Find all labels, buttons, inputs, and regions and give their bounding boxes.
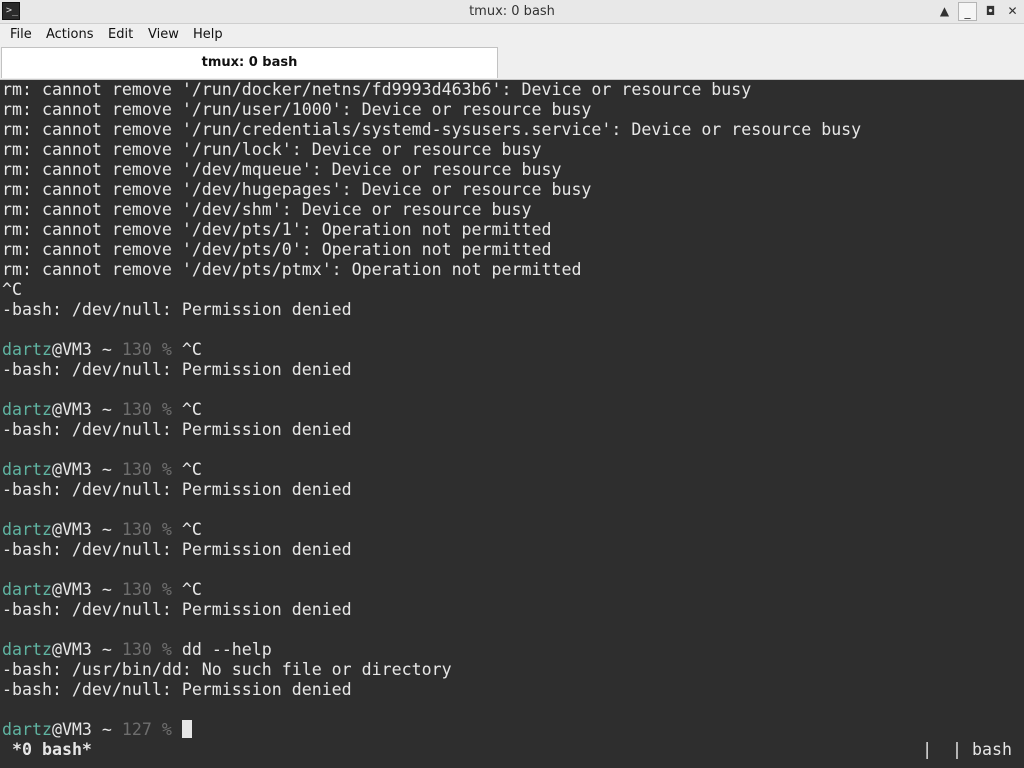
prompt-user: dartz [2, 340, 52, 359]
prompt-line: dartz@VM3 ~ 130 % ^C [2, 580, 861, 600]
prompt-symbol: % [151, 580, 182, 599]
menu-bar: File Actions Edit View Help [0, 24, 1024, 46]
prompt-user: dartz [2, 580, 52, 599]
close-button[interactable]: ✕ [1003, 2, 1022, 21]
prompt-symbol: % [151, 520, 182, 539]
output-line: rm: cannot remove '/run/user/1000': Devi… [2, 100, 592, 119]
tab-tmux-0-bash[interactable]: tmux: 0 bash [1, 47, 498, 78]
output-line: rm: cannot remove '/run/credentials/syst… [2, 120, 862, 139]
window-title: tmux: 0 bash [469, 4, 555, 19]
prompt-exit-code: 130 [121, 340, 152, 359]
prompt-exit-code: 130 [121, 400, 152, 419]
output-line: -bash: /dev/null: Permission denied [2, 480, 352, 499]
prompt-user: dartz [2, 720, 52, 739]
prompt-user: dartz [2, 520, 52, 539]
prompt-host: @VM3 ~ [51, 580, 122, 599]
command-text: ^C [181, 520, 202, 539]
prompt-exit-code: 127 [121, 720, 152, 739]
prompt-exit-code: 130 [121, 460, 152, 479]
output-line: -bash: /dev/null: Permission denied [2, 540, 352, 559]
output-line: -bash: /dev/null: Permission denied [2, 300, 352, 319]
tab-bar: tmux: 0 bash [0, 46, 1024, 80]
title-bar: >_ tmux: 0 bash ▲ _ ◘ ✕ [0, 0, 1024, 24]
prompt-symbol: % [151, 720, 182, 739]
output-line: ^C [2, 280, 22, 299]
prompt-host: @VM3 ~ [51, 520, 122, 539]
output-line: rm: cannot remove '/dev/pts/1': Operatio… [2, 220, 552, 239]
prompt-user: dartz [2, 460, 52, 479]
menu-file[interactable]: File [10, 24, 32, 46]
output-line: rm: cannot remove '/run/lock': Device or… [2, 140, 542, 159]
prompt-user: dartz [2, 640, 52, 659]
prompt-line: dartz@VM3 ~ 130 % ^C [2, 460, 861, 480]
prompt-host: @VM3 ~ [51, 400, 122, 419]
output-line: -bash: /usr/bin/dd: No such file or dire… [2, 660, 452, 679]
prompt-host: @VM3 ~ [51, 720, 122, 739]
output-line: -bash: /dev/null: Permission denied [2, 680, 352, 699]
output-line: rm: cannot remove '/run/docker/netns/fd9… [2, 80, 752, 99]
prompt-line: dartz@VM3 ~ 130 % ^C [2, 520, 861, 540]
prompt-host: @VM3 ~ [51, 640, 122, 659]
prompt-symbol: % [151, 400, 182, 419]
command-text: ^C [181, 460, 202, 479]
menu-edit[interactable]: Edit [108, 24, 133, 46]
prompt-line: dartz@VM3 ~ 127 % [2, 720, 861, 740]
prompt-exit-code: 130 [121, 640, 152, 659]
terminal-cursor[interactable] [181, 720, 192, 738]
output-line: -bash: /dev/null: Permission denied [2, 600, 352, 619]
prompt-line: dartz@VM3 ~ 130 % dd --help [2, 640, 861, 660]
prompt-symbol: % [151, 340, 182, 359]
prompt-host: @VM3 ~ [51, 340, 122, 359]
command-text: ^C [181, 580, 202, 599]
output-line: -bash: /dev/null: Permission denied [2, 420, 352, 439]
tmux-status-bar: *0 bash* | | bash [0, 740, 1024, 760]
output-line: rm: cannot remove '/dev/hugepages': Devi… [2, 180, 592, 199]
maximize-button[interactable]: ◘ [981, 2, 1000, 21]
prompt-host: @VM3 ~ [51, 460, 122, 479]
prompt-exit-code: 130 [121, 580, 152, 599]
minimize-button[interactable]: _ [958, 2, 977, 21]
prompt-user: dartz [2, 400, 52, 419]
output-line: rm: cannot remove '/dev/pts/ptmx': Opera… [2, 260, 582, 279]
prompt-line: dartz@VM3 ~ 130 % ^C [2, 400, 861, 420]
prompt-exit-code: 130 [121, 520, 152, 539]
menu-actions[interactable]: Actions [46, 24, 94, 46]
output-line: rm: cannot remove '/dev/pts/0': Operatio… [2, 240, 552, 259]
terminal-lines: rm: cannot remove '/run/docker/netns/fd9… [2, 80, 861, 740]
terminal-output[interactable]: rm: cannot remove '/run/docker/netns/fd9… [0, 80, 1024, 768]
command-text: ^C [181, 400, 202, 419]
output-line: rm: cannot remove '/dev/shm': Device or … [2, 200, 532, 219]
command-text: ^C [181, 340, 202, 359]
menu-view[interactable]: View [148, 24, 179, 46]
output-line: rm: cannot remove '/dev/mqueue': Device … [2, 160, 562, 179]
tmux-status-right: | | bash [922, 740, 1012, 759]
output-line: -bash: /dev/null: Permission denied [2, 360, 352, 379]
prompt-symbol: % [151, 460, 182, 479]
tmux-window-label[interactable]: *0 bash* [12, 740, 92, 760]
command-text: dd --help [181, 640, 272, 659]
prompt-line: dartz@VM3 ~ 130 % ^C [2, 340, 861, 360]
menu-help[interactable]: Help [193, 24, 223, 46]
shade-button[interactable]: ▲ [935, 2, 954, 21]
prompt-symbol: % [151, 640, 182, 659]
